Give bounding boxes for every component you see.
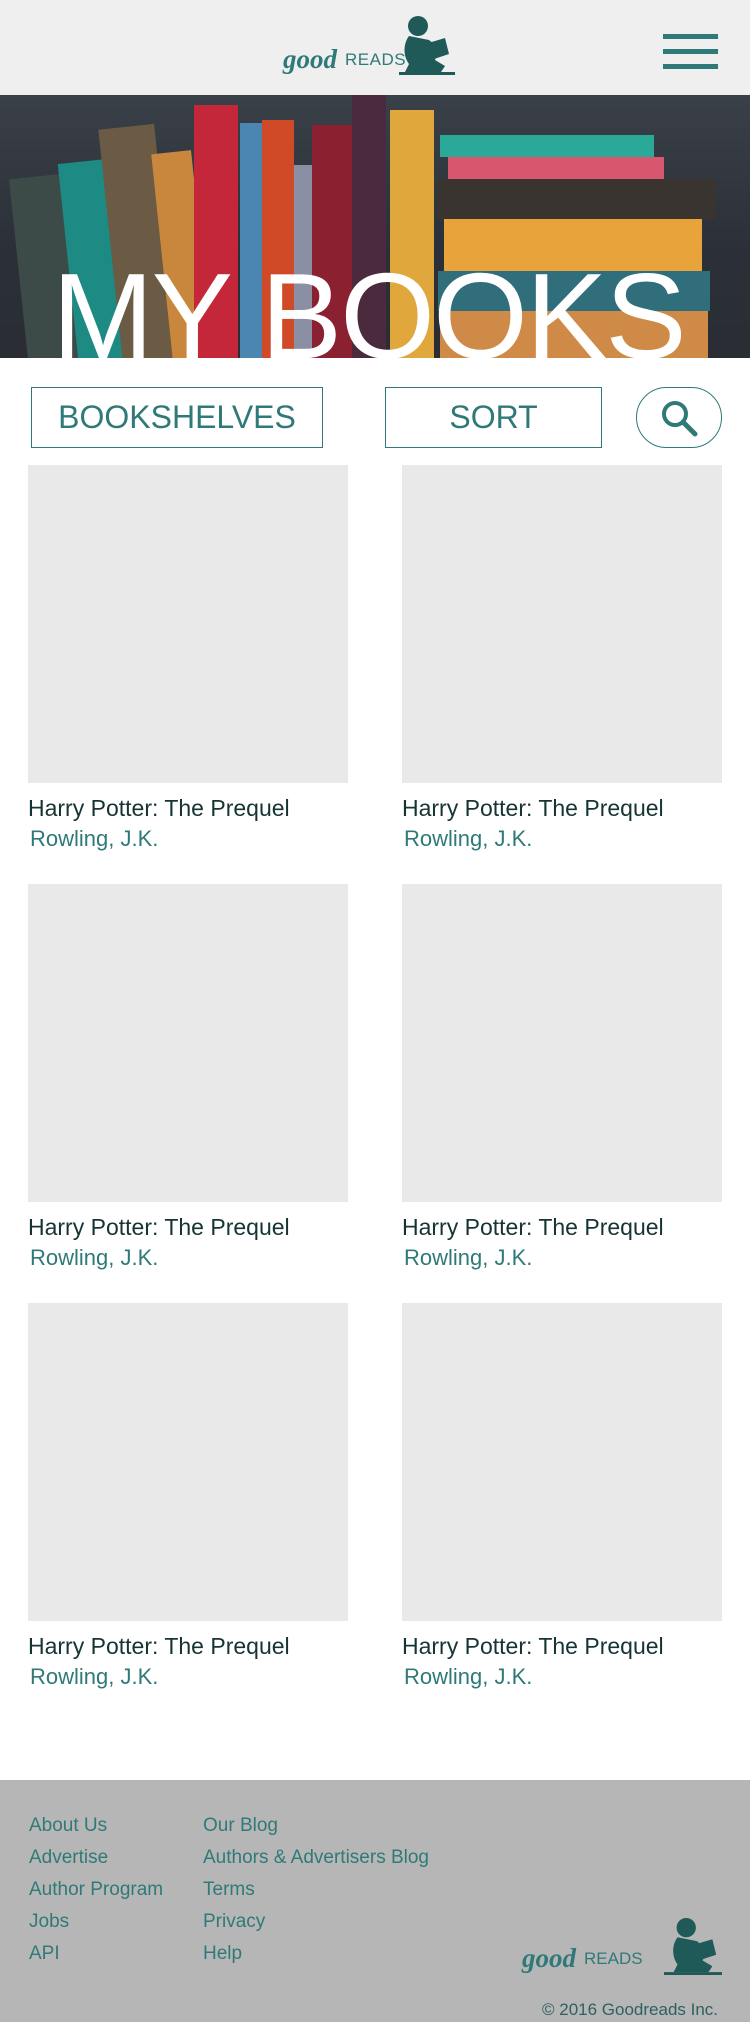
book-title[interactable]: Harry Potter: The Prequel (402, 1633, 724, 1660)
book-cover[interactable] (28, 884, 348, 1202)
footer-goodreads-logo[interactable]: good READS (522, 1915, 722, 1985)
book-cover[interactable] (402, 1303, 722, 1621)
hamburger-menu-icon[interactable] (663, 34, 718, 74)
bookshelves-button[interactable]: BOOKSHELVES (31, 387, 323, 448)
book-author[interactable]: Rowling, J.K. (404, 1245, 724, 1271)
book-author[interactable]: Rowling, J.K. (404, 826, 724, 852)
book-card[interactable]: Harry Potter: The Prequel Rowling, J.K. (402, 884, 724, 1271)
book-card[interactable]: Harry Potter: The Prequel Rowling, J.K. (402, 465, 724, 852)
page-title: MY BOOKS (52, 248, 687, 358)
book-title[interactable]: Harry Potter: The Prequel (402, 1214, 724, 1241)
footer-column-1: About Us Advertise Author Program Jobs A… (29, 1815, 163, 1975)
hero-banner: MY BOOKS (0, 95, 750, 358)
logo-good-text: good (283, 44, 337, 74)
book-card[interactable]: Harry Potter: The Prequel Rowling, J.K. (28, 1303, 350, 1690)
goodreads-logo[interactable]: good READS (283, 14, 473, 78)
search-button[interactable] (636, 387, 722, 448)
book-author[interactable]: Rowling, J.K. (30, 826, 350, 852)
footer-link-advertise[interactable]: Advertise (29, 1847, 163, 1879)
book-author[interactable]: Rowling, J.K. (404, 1664, 724, 1690)
book-cover[interactable] (402, 465, 722, 783)
book-author[interactable]: Rowling, J.K. (30, 1664, 350, 1690)
sort-button[interactable]: SORT (385, 387, 602, 448)
book-cover[interactable] (28, 465, 348, 783)
reader-silhouette-icon (664, 1917, 722, 1975)
footer-link-terms[interactable]: Terms (203, 1879, 429, 1911)
footer: About Us Advertise Author Program Jobs A… (0, 1780, 750, 2022)
footer-logo-reads-text: READS (584, 1949, 643, 1968)
book-cover[interactable] (402, 884, 722, 1202)
copyright-text: © 2016 Goodreads Inc. (542, 2000, 719, 2019)
book-title[interactable]: Harry Potter: The Prequel (28, 1633, 350, 1660)
footer-link-privacy[interactable]: Privacy (203, 1911, 429, 1943)
footer-link-about-us[interactable]: About Us (29, 1815, 163, 1847)
book-cover[interactable] (28, 1303, 348, 1621)
sort-label: SORT (449, 399, 538, 435)
book-card[interactable]: Harry Potter: The Prequel Rowling, J.K. (28, 884, 350, 1271)
book-author[interactable]: Rowling, J.K. (30, 1245, 350, 1271)
bookshelves-label: BOOKSHELVES (58, 399, 296, 435)
footer-link-api[interactable]: API (29, 1943, 163, 1975)
footer-link-authors-advertisers-blog[interactable]: Authors & Advertisers Blog (203, 1847, 429, 1879)
footer-logo-good-text: good (522, 1943, 576, 1973)
book-title[interactable]: Harry Potter: The Prequel (28, 795, 350, 822)
header-bar: good READS (0, 0, 750, 95)
book-card[interactable]: Harry Potter: The Prequel Rowling, J.K. (402, 1303, 724, 1690)
footer-link-help[interactable]: Help (203, 1943, 429, 1975)
book-title[interactable]: Harry Potter: The Prequel (28, 1214, 350, 1241)
footer-link-jobs[interactable]: Jobs (29, 1911, 163, 1943)
footer-link-author-program[interactable]: Author Program (29, 1879, 163, 1911)
reader-silhouette-icon (399, 16, 455, 75)
footer-link-our-blog[interactable]: Our Blog (203, 1815, 429, 1847)
book-card[interactable]: Harry Potter: The Prequel Rowling, J.K. (28, 465, 350, 852)
book-title[interactable]: Harry Potter: The Prequel (402, 795, 724, 822)
footer-column-2: Our Blog Authors & Advertisers Blog Term… (203, 1815, 429, 1975)
search-icon (662, 400, 698, 436)
